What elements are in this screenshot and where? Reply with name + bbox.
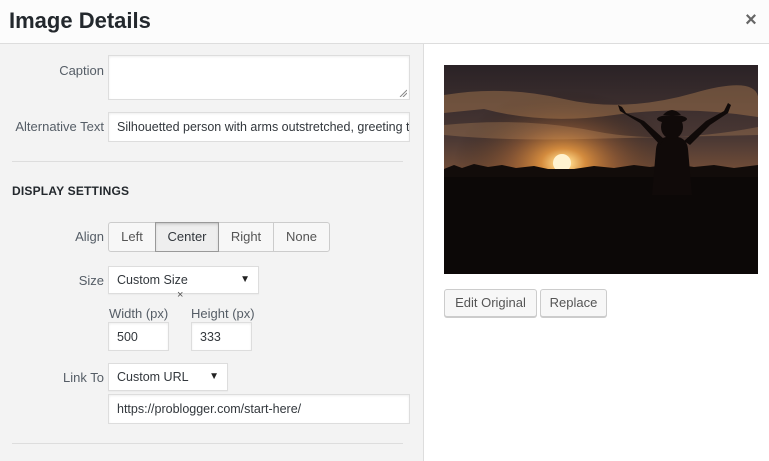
align-right-button[interactable]: Right (218, 222, 274, 252)
width-label: Width (px) (109, 306, 169, 321)
link-to-label: Link To (63, 370, 104, 385)
align-left-button[interactable]: Left (108, 222, 156, 252)
size-label: Size (78, 273, 104, 288)
size-select[interactable]: Custom Size ▼ (108, 266, 259, 294)
settings-panel: Caption Alternative Text Silhouetted per… (0, 44, 424, 461)
height-label: Height (px) (191, 306, 255, 321)
times-sign: × (177, 289, 184, 301)
align-center-button[interactable]: Center (155, 222, 219, 252)
alt-text-label: Alternative Text (15, 119, 104, 134)
image-preview[interactable] (444, 65, 758, 274)
link-url-input[interactable]: https://problogger.com/start-here/ (108, 394, 410, 424)
caption-label: Caption (59, 63, 104, 78)
chevron-down-icon: ▼ (240, 274, 250, 285)
section-divider (12, 161, 403, 162)
link-to-select-value: Custom URL (117, 370, 189, 384)
display-settings-heading: DISPLAY SETTINGS (12, 184, 130, 198)
height-input[interactable]: 333 (191, 322, 252, 351)
resize-grip-icon[interactable] (399, 89, 407, 97)
section-divider (12, 443, 403, 444)
chevron-down-icon: ▼ (209, 371, 219, 382)
replace-button[interactable]: Replace (540, 289, 607, 317)
link-to-select[interactable]: Custom URL ▼ (108, 363, 228, 391)
caption-textarea[interactable] (108, 55, 410, 100)
width-input[interactable]: 500 (108, 322, 169, 351)
align-button-group: Left Center Right None (108, 222, 330, 252)
align-label: Align (75, 229, 104, 244)
modal-title: Image Details (9, 8, 151, 33)
edit-original-button[interactable]: Edit Original (444, 289, 537, 317)
modal-header: Image Details × (0, 0, 769, 44)
close-icon[interactable]: × (742, 9, 760, 31)
align-none-button[interactable]: None (273, 222, 330, 252)
alt-text-input[interactable]: Silhouetted person with arms outstretche… (108, 112, 410, 142)
size-select-value: Custom Size (117, 273, 188, 287)
sunset-silhouette-image (444, 65, 758, 274)
